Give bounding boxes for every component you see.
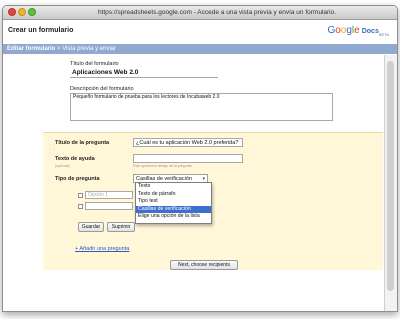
option-2-input[interactable] (85, 202, 133, 210)
breadcrumb: Editar formulario > Vista previa y envia… (3, 44, 397, 54)
close-window-button[interactable] (8, 8, 16, 16)
minimize-window-button[interactable] (18, 8, 26, 16)
dropdown-option-paragraph[interactable]: Texto de párrafo (136, 191, 211, 199)
dropdown-option-multiple-choice[interactable]: Tipo test (136, 198, 211, 206)
zoom-window-button[interactable] (28, 8, 36, 16)
help-text-subhint: Este aparecerá debajo de la pregunta (133, 164, 192, 168)
vertical-scrollbar[interactable] (384, 55, 397, 311)
add-question-link[interactable]: + Añadir una pregunta (75, 246, 129, 252)
question-type-label: Tipo de pregunta (55, 176, 100, 182)
form-description-label: Descripción del formulario (70, 86, 134, 92)
dropdown-option-text[interactable]: Texto (136, 183, 211, 191)
next-choose-recipients-button[interactable]: Next, choose recipients (170, 260, 238, 270)
help-text-input[interactable] (133, 154, 243, 163)
option-2-checkbox[interactable] (78, 204, 83, 209)
help-text-label: Texto de ayuda (55, 156, 95, 162)
browser-window: https://spreadsheets.google.com - Accede… (2, 5, 398, 312)
question-title-input[interactable]: ¿Cuál es tu aplicación Web 2.0 preferida… (133, 138, 243, 147)
google-docs-logo[interactable]: Google DocsBETA (327, 25, 389, 37)
form-title-label: Título del formulario (70, 61, 119, 67)
window-title: https://spreadsheets.google.com - Accede… (97, 9, 337, 16)
form-title-input[interactable]: Aplicaciones Web 2.0 (70, 68, 218, 78)
dropdown-option-list[interactable]: Elige una opción de la lista (136, 213, 211, 221)
save-button[interactable]: Guardar (78, 222, 104, 232)
breadcrumb-preview-send[interactable]: Vista previa y enviar (62, 46, 116, 52)
form-description-input[interactable]: Pequeño formulario de prueba para los le… (70, 93, 333, 121)
page-title: Crear un formulario (8, 27, 74, 34)
question-type-dropdown: Texto Texto de párrafo Tipo test Casilla… (135, 182, 212, 224)
breadcrumb-edit-form[interactable]: Editar formulario (7, 46, 55, 52)
breadcrumb-separator: > (57, 46, 61, 52)
help-text-optional-hint: (optional) (55, 164, 70, 168)
option-1-checkbox[interactable] (78, 193, 83, 198)
title-bar: https://spreadsheets.google.com - Accede… (3, 6, 397, 20)
dropdown-option-checkboxes[interactable]: Casillas de verificación (136, 205, 211, 213)
app-header: Crear un formulario Google DocsBETA (3, 20, 397, 42)
option-1-input[interactable]: Opción 1 (85, 191, 133, 199)
question-title-label: Título de la pregunta (55, 140, 110, 146)
scrollbar-thumb[interactable] (387, 61, 394, 291)
delete-button[interactable]: Suprimir (107, 222, 135, 232)
